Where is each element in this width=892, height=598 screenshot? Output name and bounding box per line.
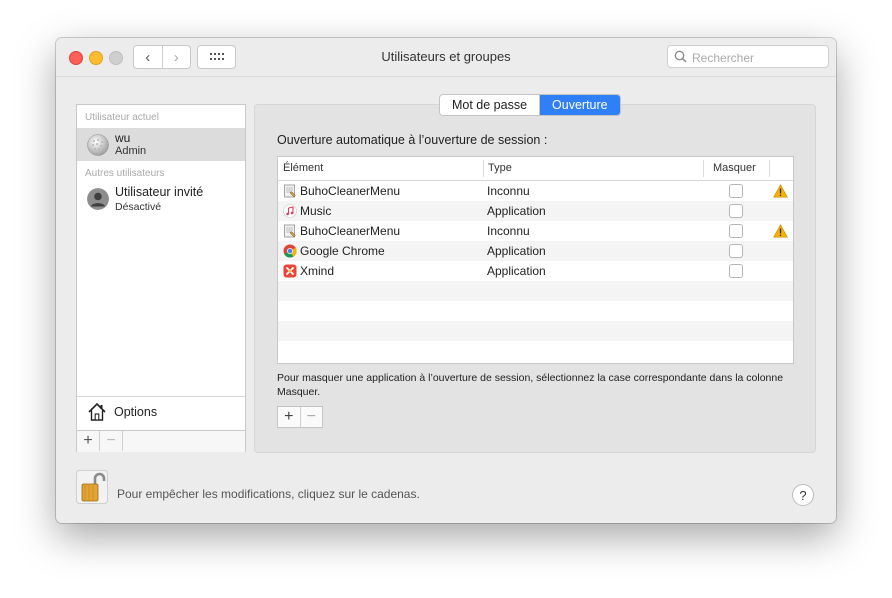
login-items-table: Élément Type Masquer BuhoCleanerMenu Inc…: [277, 156, 794, 364]
remove-login-item-button[interactable]: −: [299, 407, 323, 427]
sidebar-item-guest-user[interactable]: Utilisateur invité Désactivé: [77, 183, 245, 217]
table-header: Élément Type Masquer: [278, 157, 793, 181]
column-header-element[interactable]: Élément: [283, 162, 323, 174]
guest-user-status: Désactivé: [115, 201, 162, 213]
users-sidebar: Utilisateur actuel wu Admin Autres utili…: [76, 104, 246, 452]
remove-user-button[interactable]: −: [100, 431, 123, 451]
tab-password[interactable]: Mot de passe: [440, 95, 541, 115]
segmented-tabs: Mot de passe Ouverture: [439, 94, 621, 116]
item-type: Application: [487, 264, 546, 278]
table-row[interactable]: BuhoCleanerMenu Inconnu: [278, 181, 793, 201]
search-input[interactable]: [690, 48, 826, 67]
column-separator: [703, 160, 704, 177]
search-field[interactable]: [667, 45, 829, 68]
column-header-hide[interactable]: Masquer: [713, 162, 756, 174]
column-separator: [483, 160, 484, 177]
current-user-name: wu: [115, 131, 131, 145]
search-icon: [674, 50, 687, 63]
other-users-section-label: Autres utilisateurs: [85, 168, 165, 179]
sidebar-item-current-user[interactable]: wu Admin: [77, 128, 245, 161]
item-name: Xmind: [300, 264, 335, 278]
padlock-icon[interactable]: [76, 470, 108, 504]
generic-app-icon: [284, 224, 296, 238]
empty-row: [278, 281, 793, 301]
current-user-role: Admin: [115, 145, 147, 157]
login-items-add-remove: + −: [277, 406, 323, 428]
hide-checkbox[interactable]: [729, 224, 743, 238]
item-name: BuhoCleanerMenu: [300, 224, 401, 238]
warning-icon: [773, 184, 788, 198]
item-type: Inconnu: [487, 224, 530, 238]
item-type: Inconnu: [487, 184, 530, 198]
column-header-type[interactable]: Type: [488, 162, 512, 174]
item-type: Application: [487, 244, 546, 258]
item-type: Application: [487, 204, 546, 218]
warning-icon: [773, 224, 788, 238]
empty-row: [278, 341, 793, 362]
hide-instructions: Pour masquer une application à l’ouvertu…: [277, 372, 784, 398]
column-separator: [769, 160, 770, 177]
xmind-icon: [283, 264, 297, 278]
title-bar: ‹ › Utilisateurs et groupes: [56, 38, 836, 77]
options-label: Options: [114, 405, 158, 419]
system-preferences-window: ‹ › Utilisateurs et groupes Utilisateur …: [56, 38, 836, 523]
sidebar-bottom-bar: + −: [77, 430, 245, 452]
music-icon: [283, 204, 297, 218]
hide-checkbox[interactable]: [729, 264, 743, 278]
hide-checkbox[interactable]: [729, 204, 743, 218]
item-name: Music: [300, 204, 332, 218]
hide-checkbox[interactable]: [729, 244, 743, 258]
login-items-heading: Ouverture automatique à l’ouverture de s…: [277, 133, 548, 147]
guest-avatar-icon: [87, 188, 109, 210]
guest-user-name: Utilisateur invité: [115, 185, 204, 199]
current-user-section-label: Utilisateur actuel: [85, 112, 159, 123]
login-options-item[interactable]: Options: [77, 397, 245, 429]
table-row[interactable]: Google Chrome Application: [278, 241, 793, 261]
add-login-item-button[interactable]: +: [278, 407, 300, 427]
item-name: BuhoCleanerMenu: [300, 184, 401, 198]
add-user-button[interactable]: +: [77, 431, 100, 451]
hide-checkbox[interactable]: [729, 184, 743, 198]
generic-app-icon: [284, 184, 296, 198]
item-name: Google Chrome: [300, 244, 385, 258]
help-button[interactable]: ?: [792, 484, 814, 506]
table-row[interactable]: Music Application: [278, 201, 793, 221]
golf-ball-avatar: [87, 134, 109, 156]
empty-row: [278, 301, 793, 321]
table-row[interactable]: Xmind Application: [278, 261, 793, 281]
house-icon: [88, 402, 106, 421]
chrome-icon: [283, 244, 297, 258]
empty-row: [278, 321, 793, 341]
lock-message: Pour empêcher les modifications, cliquez…: [117, 487, 420, 501]
table-row[interactable]: BuhoCleanerMenu Inconnu: [278, 221, 793, 241]
tab-login-items[interactable]: Ouverture: [540, 95, 620, 115]
